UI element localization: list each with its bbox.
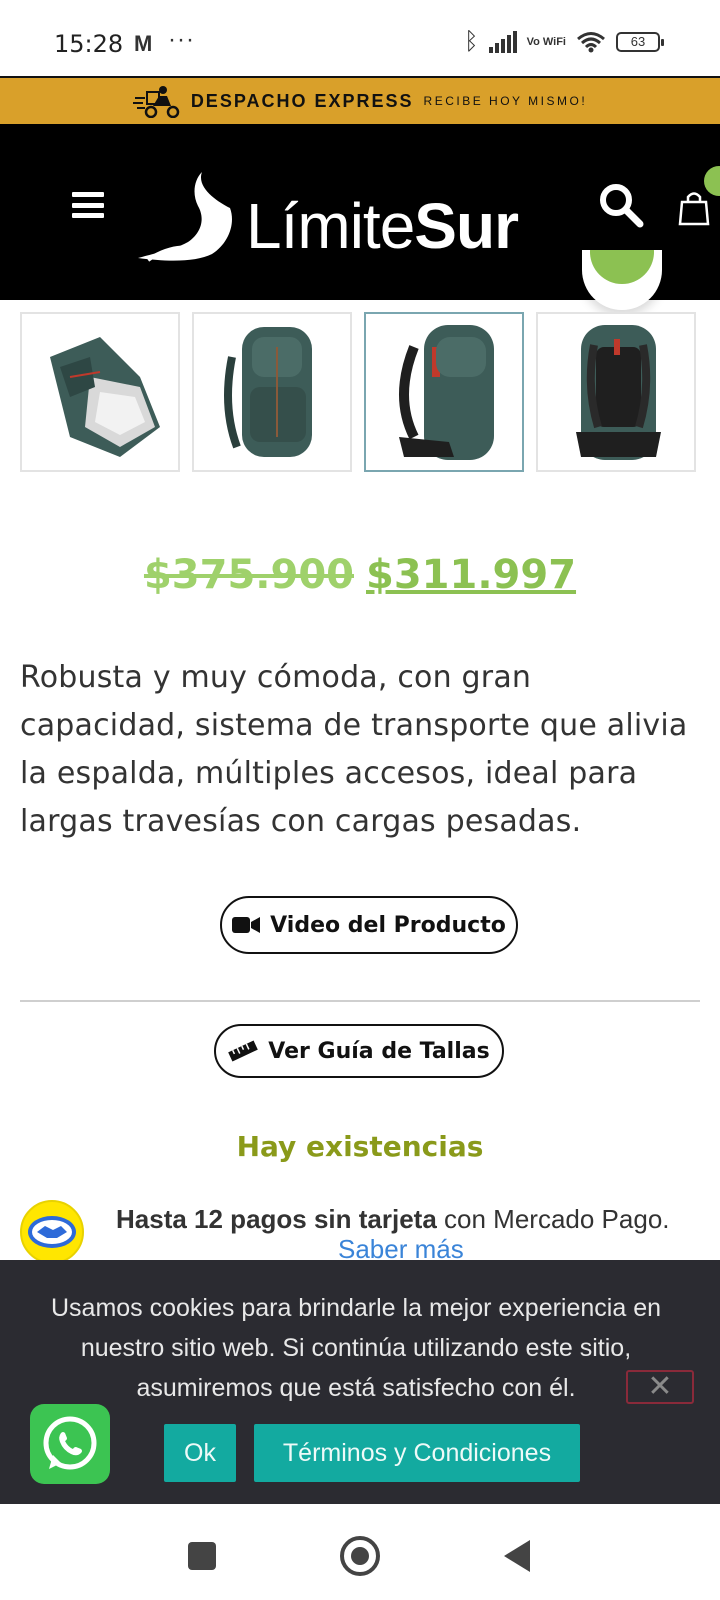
search-icon[interactable] (598, 182, 644, 228)
system-nav-bar (0, 1504, 720, 1600)
backpack-front-image (224, 327, 312, 457)
floating-action-button[interactable] (582, 250, 662, 310)
video-button[interactable]: Video del Producto (220, 896, 518, 954)
more-notifications-icon: ··· (168, 26, 195, 53)
video-camera-icon (232, 917, 261, 933)
product-description: Robusta y muy cómoda, con gran capacidad… (20, 660, 688, 839)
vowifi-label: Vo WiFi (526, 35, 566, 48)
cookie-terms-button[interactable]: Términos y Condiciones (254, 1424, 580, 1482)
bluetooth-icon: ᛒ (464, 28, 479, 55)
site-logo[interactable]: LímiteSur (138, 168, 519, 264)
back-icon[interactable] (504, 1540, 530, 1572)
promo-subtitle: RECIBE HOY MISMO! (423, 94, 588, 108)
divider (20, 1000, 700, 1002)
backpack-side-image (399, 325, 494, 460)
cookie-ok-button[interactable]: Ok (164, 1424, 236, 1482)
price-original: $375.900 (143, 552, 354, 598)
cookie-close-icon[interactable]: ✕ (626, 1370, 694, 1404)
backpack-back-image (576, 325, 661, 460)
status-icons: ᛒ Vo WiFi 63 (464, 28, 664, 56)
mercado-pago-logo (20, 1200, 84, 1264)
size-guide-button[interactable]: Ver Guía de Tallas (214, 1024, 504, 1078)
stock-status: Hay existencias (236, 1130, 484, 1163)
logo-text: LímiteSur (246, 190, 519, 262)
mercado-pago-text: Hasta 12 pagos sin tarjeta con Mercado P… (116, 1204, 670, 1234)
cookie-message: Usamos cookies para brindarle la mejor e… (50, 1294, 662, 1402)
bird-logo-icon (138, 172, 232, 262)
home-icon[interactable] (340, 1536, 380, 1576)
whatsapp-button[interactable] (30, 1404, 110, 1484)
price-row: $375.900 $311.997 (0, 552, 720, 598)
status-bar: 15:28 M ··· ᛒ Vo WiFi 63 (0, 0, 720, 74)
menu-icon[interactable] (72, 192, 104, 218)
thumbnail-backpack-front[interactable] (192, 312, 352, 472)
ruler-icon (228, 1040, 259, 1062)
battery-icon: 63 (616, 32, 664, 52)
promo-bar[interactable]: DESPACHO EXPRESS RECIBE HOY MISMO! (0, 76, 720, 124)
price-sale: $311.997 (366, 552, 577, 598)
backpack-open-image (50, 337, 160, 457)
promo-title: DESPACHO EXPRESS (190, 90, 414, 111)
product-thumbnails (20, 312, 696, 472)
handshake-icon (28, 1216, 76, 1248)
status-time: 15:28 (54, 30, 124, 58)
recent-apps-icon[interactable] (188, 1542, 216, 1570)
video-button-label: Video del Producto (270, 912, 506, 938)
cart-icon[interactable] (678, 188, 710, 226)
size-guide-label: Ver Guía de Tallas (268, 1038, 490, 1064)
signal-icon (488, 31, 517, 53)
thumbnail-backpack-back[interactable] (536, 312, 696, 472)
thumbnail-backpack-side[interactable] (364, 312, 524, 472)
delivery-scooter-icon (132, 86, 180, 118)
gmail-icon: M (134, 31, 153, 56)
whatsapp-icon (43, 1416, 97, 1470)
wifi-icon (577, 32, 605, 53)
thumbnail-backpack-open[interactable] (20, 312, 180, 472)
